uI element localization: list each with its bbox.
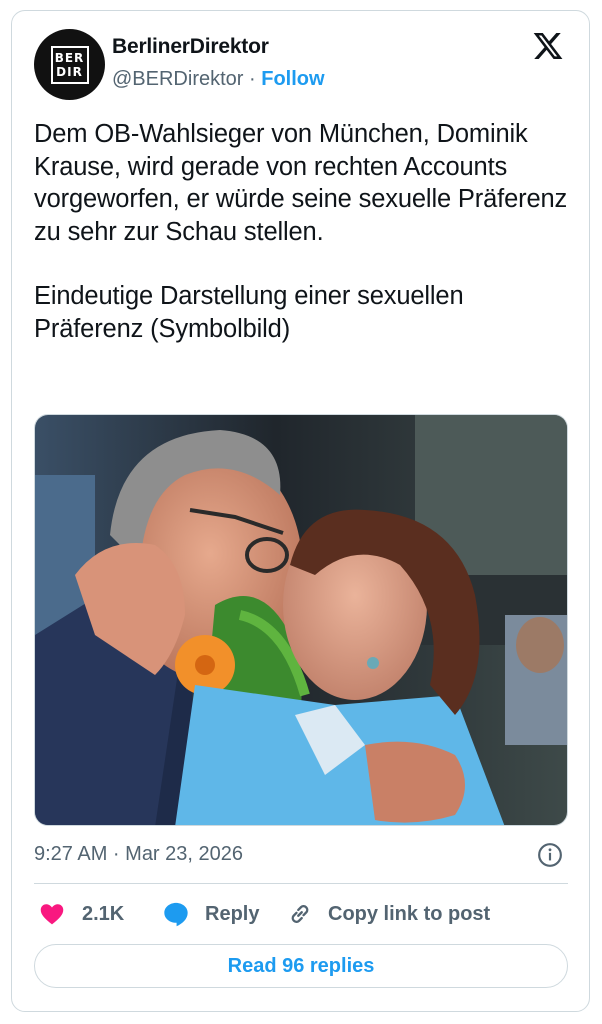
display-name[interactable]: BerlinerDirektor	[112, 35, 269, 59]
like-button[interactable]: 2.1K	[38, 899, 124, 929]
read-replies-label: Read 96 replies	[227, 954, 375, 977]
reply-label: Reply	[205, 902, 260, 925]
divider	[34, 883, 568, 884]
handle-row: @BERDirektor · Follow	[112, 68, 325, 91]
reply-button[interactable]: Reply	[162, 899, 259, 929]
link-icon	[291, 905, 309, 923]
post-timestamp[interactable]: 9:27 AM · Mar 23, 2026	[34, 843, 243, 866]
x-logo-icon[interactable]	[532, 30, 564, 62]
copy-link-label: Copy link to post	[328, 902, 491, 925]
separator: ·	[249, 68, 256, 90]
read-replies-button[interactable]: Read 96 replies	[34, 944, 568, 988]
post-paragraph-2: Eindeutige Darstellung einer sexuellen P…	[34, 282, 464, 343]
copy-link-button[interactable]: Copy link to post	[286, 899, 490, 929]
post-text: Dem OB-Wahlsieger von München, Dominik K…	[34, 118, 574, 345]
avatar-line-2: DIR	[56, 64, 83, 79]
post-photo[interactable]	[34, 414, 568, 826]
like-count: 2.1K	[82, 902, 125, 925]
handle[interactable]: @BERDirektor	[112, 68, 243, 90]
avatar-line-1: BER	[54, 50, 85, 65]
avatar[interactable]: BER DIR	[34, 29, 105, 100]
heart-icon	[40, 904, 64, 925]
info-icon[interactable]	[537, 842, 563, 868]
reply-bubble-icon	[164, 902, 188, 927]
post-paragraph-1: Dem OB-Wahlsieger von München, Dominik K…	[34, 120, 568, 246]
follow-button[interactable]: Follow	[261, 68, 324, 90]
avatar-logo: BER DIR	[50, 45, 89, 84]
